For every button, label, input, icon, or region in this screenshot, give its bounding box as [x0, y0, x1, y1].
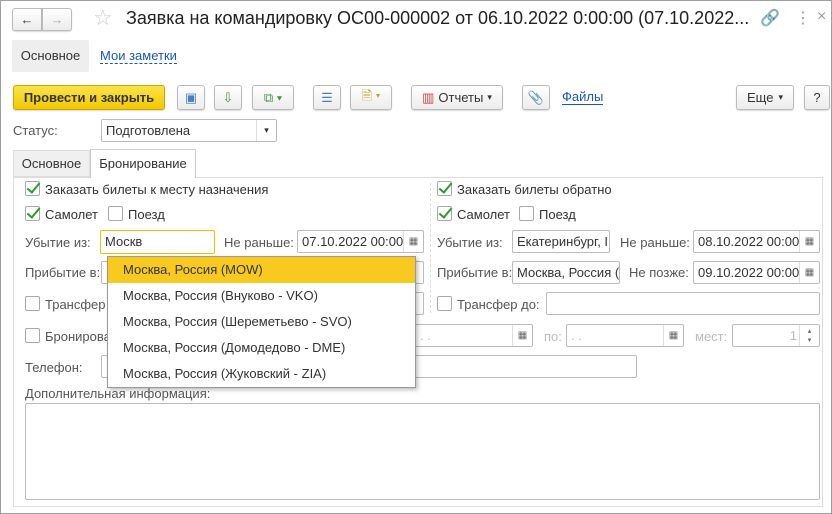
return-plane-checkbox[interactable]: [437, 206, 452, 221]
help-button[interactable]: ?: [804, 85, 830, 110]
return-depart-label: Убытие из:: [437, 235, 503, 250]
save-icon: ▣: [184, 89, 198, 105]
return-train-checkbox[interactable]: [519, 206, 534, 221]
hotel-label: Бронирова: [45, 329, 111, 344]
order-outbound-checkbox[interactable]: [25, 181, 40, 196]
hotel-to-input[interactable]: . . ▦: [566, 324, 684, 347]
return-transfer-label: Трансфер до:: [457, 297, 540, 312]
not-after-input[interactable]: 09.10.2022 00:00 ▦: [693, 261, 820, 284]
return-plane-label: Самолет: [457, 207, 510, 222]
star-icon[interactable]: ☆: [93, 5, 113, 31]
create-based-button[interactable]: ⧉ ▾: [252, 85, 294, 110]
post-and-close-button[interactable]: Провести и закрыть: [13, 85, 165, 110]
transfer-label: Трансфер: [45, 297, 106, 312]
close-icon[interactable]: ×: [817, 8, 826, 26]
extra-info-textarea[interactable]: [25, 403, 820, 500]
not-after-label: Не позже:: [629, 265, 689, 280]
depart-label: Убытие из:: [25, 235, 91, 250]
arrive-label: Прибытие в:: [25, 265, 101, 280]
calendar-icon[interactable]: ▦: [799, 231, 819, 252]
status-value: Подготовлена: [106, 123, 191, 138]
return-not-before-input[interactable]: 08.10.2022 00:00 ▦: [693, 230, 820, 253]
return-depart-input[interactable]: Екатеринбург, I: [512, 230, 610, 253]
hotel-from-value: . .: [420, 328, 431, 343]
places-input[interactable]: 1 ▴ ▾: [732, 324, 820, 347]
hotel-to-label: по:: [544, 329, 562, 344]
plane-label: Самолет: [45, 207, 98, 222]
transfer-checkbox[interactable]: [25, 296, 40, 311]
order-return-checkbox[interactable]: [437, 181, 452, 196]
report-icon: ▥: [422, 89, 435, 105]
nav-notes-link[interactable]: Мои заметки: [100, 48, 177, 64]
not-before-input[interactable]: 07.10.2022 00:00 ▦: [297, 230, 424, 253]
column-divider: [430, 183, 431, 313]
status-label: Статус:: [13, 123, 58, 138]
tab-main[interactable]: Основное: [13, 150, 90, 177]
post-button[interactable]: ⇩: [214, 85, 242, 110]
spinner-icon[interactable]: ▴ ▾: [799, 325, 819, 346]
dropdown-item[interactable]: Москва, Россия (Жуковский - ZIA): [108, 361, 415, 387]
return-transfer-input[interactable]: [546, 292, 820, 315]
post-icon: ⇩: [222, 89, 234, 105]
forward-button[interactable]: →: [42, 8, 72, 31]
return-arrive-label: Прибытие в:: [437, 265, 513, 280]
phone-label: Телефон:: [25, 360, 83, 375]
order-return-label: Заказать билеты обратно: [457, 182, 612, 197]
calendar-icon[interactable]: ▦: [799, 262, 819, 283]
plane-checkbox[interactable]: [25, 206, 40, 221]
return-not-before-value: 08.10.2022 00:00: [698, 234, 800, 249]
not-before-value: 07.10.2022 00:00: [302, 234, 404, 249]
dropdown-item[interactable]: Москва, Россия (Шереметьево - SVO): [108, 309, 415, 335]
more-button[interactable]: Еще ▾: [736, 85, 794, 110]
places-label: мест:: [695, 329, 728, 344]
back-button[interactable]: ←: [12, 8, 42, 31]
autocomplete-dropdown: Москва, Россия (MOW) Москва, Россия (Вну…: [107, 256, 416, 388]
list-icon: ☰: [321, 89, 333, 105]
paperclip-icon: 📎: [527, 89, 545, 105]
calendar-icon[interactable]: ▦: [663, 325, 683, 346]
hotel-to-value: . .: [571, 328, 582, 343]
not-before-label: Не раньше:: [224, 235, 294, 250]
calendar-icon[interactable]: ▦: [512, 325, 532, 346]
return-train-label: Поезд: [539, 207, 576, 222]
print-button[interactable]: 🗎 ▾: [350, 85, 392, 110]
document-icon: 🗎 ▾: [361, 87, 381, 103]
hotel-from-input[interactable]: . . ▦: [415, 324, 533, 347]
return-arrive-input[interactable]: Москва, Россия (: [512, 261, 620, 284]
extra-info-label: Дополнительная информация:: [25, 386, 211, 401]
tab-booking[interactable]: Бронирование: [90, 149, 196, 178]
hotel-checkbox[interactable]: [25, 328, 40, 343]
status-select[interactable]: Подготовлена ▾: [101, 119, 277, 142]
calendar-icon[interactable]: ▦: [403, 231, 423, 252]
more-label: Еще: [747, 90, 774, 105]
dropdown-item[interactable]: Москва, Россия (Домодедово - DME): [108, 335, 415, 361]
dropdown-item[interactable]: Москва, Россия (Внуково - VKO): [108, 283, 415, 309]
train-checkbox[interactable]: [108, 206, 123, 221]
depart-input[interactable]: Москв: [100, 230, 215, 254]
save-button[interactable]: ▣: [177, 85, 205, 110]
return-not-before-label: Не раньше:: [620, 235, 690, 250]
not-after-value: 09.10.2022 00:00: [698, 265, 800, 280]
list-button[interactable]: ☰: [313, 85, 341, 110]
nav-main[interactable]: Основное: [12, 40, 89, 72]
train-label: Поезд: [128, 207, 165, 222]
create-based-icon: ⧉ ▾: [263, 89, 283, 105]
order-outbound-label: Заказать билеты к месту назначения: [45, 182, 269, 197]
attach-button[interactable]: 📎: [522, 85, 550, 110]
files-link[interactable]: Файлы: [562, 89, 604, 105]
window-title: Заявка на командировку ОС00-000002 от 06…: [126, 8, 750, 28]
chevron-down-icon[interactable]: ▾: [256, 120, 276, 141]
link-icon[interactable]: 🔗: [760, 8, 780, 28]
dropdown-item[interactable]: Москва, Россия (MOW): [108, 257, 415, 283]
more-icon[interactable]: ⋮: [795, 8, 811, 28]
return-transfer-checkbox[interactable]: [437, 296, 452, 311]
reports-label: Отчеты: [438, 90, 484, 105]
places-value: 1: [789, 328, 797, 343]
reports-button[interactable]: ▥ Отчеты ▾: [411, 85, 503, 110]
